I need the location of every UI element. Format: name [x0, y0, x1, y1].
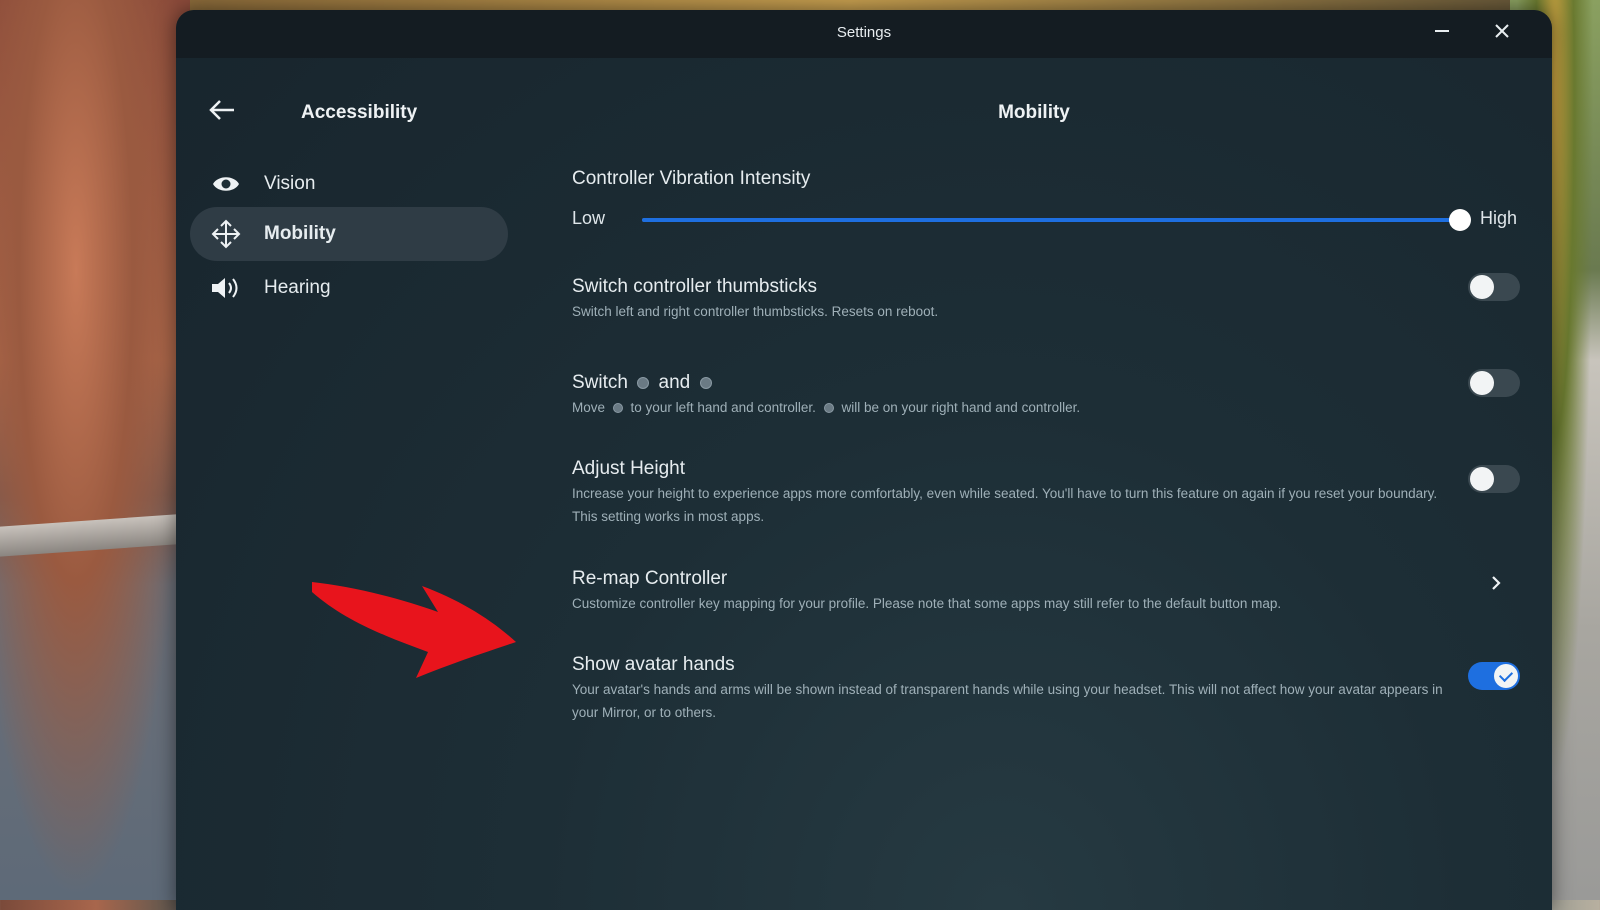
- setting-description: Move to your left hand and controller. w…: [572, 396, 1452, 419]
- description-part: Move: [572, 400, 606, 415]
- page-title: Mobility: [998, 102, 1070, 123]
- description-part: to your left hand and controller.: [630, 400, 816, 415]
- chevron-right-icon[interactable]: [1486, 573, 1506, 593]
- toggle-knob-checked: [1494, 664, 1518, 688]
- setting-title: Adjust Height: [572, 458, 686, 479]
- close-icon: [1495, 24, 1509, 38]
- sidebar-item-label: Hearing: [264, 277, 331, 298]
- background-scenery-left: [0, 0, 190, 900]
- setting-description: Customize controller key mapping for you…: [572, 596, 1282, 611]
- toggle-knob: [1470, 467, 1494, 491]
- sidebar-item-mobility[interactable]: Mobility: [190, 207, 508, 261]
- background-ledge: [0, 513, 190, 557]
- controller-button-icon: [699, 376, 712, 389]
- eye-icon: [206, 164, 246, 204]
- setting-title-part: Switch: [572, 372, 628, 393]
- minimize-button[interactable]: [1428, 20, 1456, 48]
- switch-buttons-toggle[interactable]: [1468, 369, 1520, 397]
- setting-switch-buttons: Switch and Move to your left hand and co…: [572, 372, 1552, 419]
- sidebar-item-vision[interactable]: Vision: [190, 157, 508, 211]
- setting-description: Your avatar's hands and arms will be sho…: [572, 682, 1443, 720]
- slider-low-label: Low: [572, 208, 606, 228]
- toggle-knob: [1470, 275, 1494, 299]
- controller-button-icon: [823, 403, 834, 414]
- minimize-icon: [1435, 30, 1449, 32]
- setting-title: Re-map Controller: [572, 568, 728, 589]
- vibration-slider: Low High: [572, 198, 1522, 238]
- setting-switch-thumbsticks: Switch controller thumbsticks Switch lef…: [572, 276, 1552, 323]
- speaker-icon: [206, 268, 246, 308]
- description-part: will be on your right hand and controlle…: [841, 400, 1081, 415]
- setting-title: Switch controller thumbsticks: [572, 276, 817, 297]
- setting-title: Show avatar hands: [572, 654, 735, 675]
- window-title: Settings: [836, 24, 892, 41]
- setting-show-avatar-hands: Show avatar hands Your avatar's hands an…: [572, 654, 1552, 724]
- slider-fill: [642, 218, 1460, 222]
- toggle-knob: [1470, 371, 1494, 395]
- setting-remap-controller[interactable]: Re-map Controller Customize controller k…: [572, 568, 1552, 615]
- vibration-slider-title: Controller Vibration Intensity: [572, 168, 811, 189]
- move-arrows-icon: [206, 214, 246, 254]
- controller-button-icon: [612, 403, 623, 414]
- red-arrow-annotation: [312, 582, 516, 678]
- show-avatar-hands-toggle[interactable]: [1468, 662, 1520, 690]
- controller-button-icon: [637, 376, 650, 389]
- setting-description: Increase your height to experience apps …: [572, 486, 1438, 524]
- close-button[interactable]: [1488, 20, 1516, 48]
- sidebar-title: Accessibility: [301, 102, 418, 123]
- setting-title-part: and: [658, 372, 691, 393]
- sidebar-item-hearing[interactable]: Hearing: [190, 261, 508, 315]
- settings-window: Settings Accessibility Vision Mobility H…: [176, 10, 1552, 910]
- setting-adjust-height: Adjust Height Increase your height to ex…: [572, 458, 1552, 528]
- setting-title: Switch and: [572, 372, 1552, 394]
- switch-thumbsticks-toggle[interactable]: [1468, 273, 1520, 301]
- slider-high-label: High: [1480, 208, 1518, 228]
- slider-thumb[interactable]: [1449, 209, 1471, 231]
- setting-description: Switch left and right controller thumbst…: [572, 304, 939, 319]
- title-bar: Settings: [176, 10, 1552, 58]
- slider-track[interactable]: [642, 209, 1471, 231]
- sidebar: Accessibility Vision Mobility Hearing: [176, 58, 516, 910]
- adjust-height-toggle[interactable]: [1468, 465, 1520, 493]
- back-arrow-icon: [209, 100, 234, 120]
- main-panel: Mobility Controller Vibration Intensity …: [516, 58, 1552, 910]
- sidebar-item-label: Vision: [264, 173, 316, 194]
- sidebar-item-label: Mobility: [264, 223, 336, 244]
- back-button[interactable]: [206, 94, 238, 126]
